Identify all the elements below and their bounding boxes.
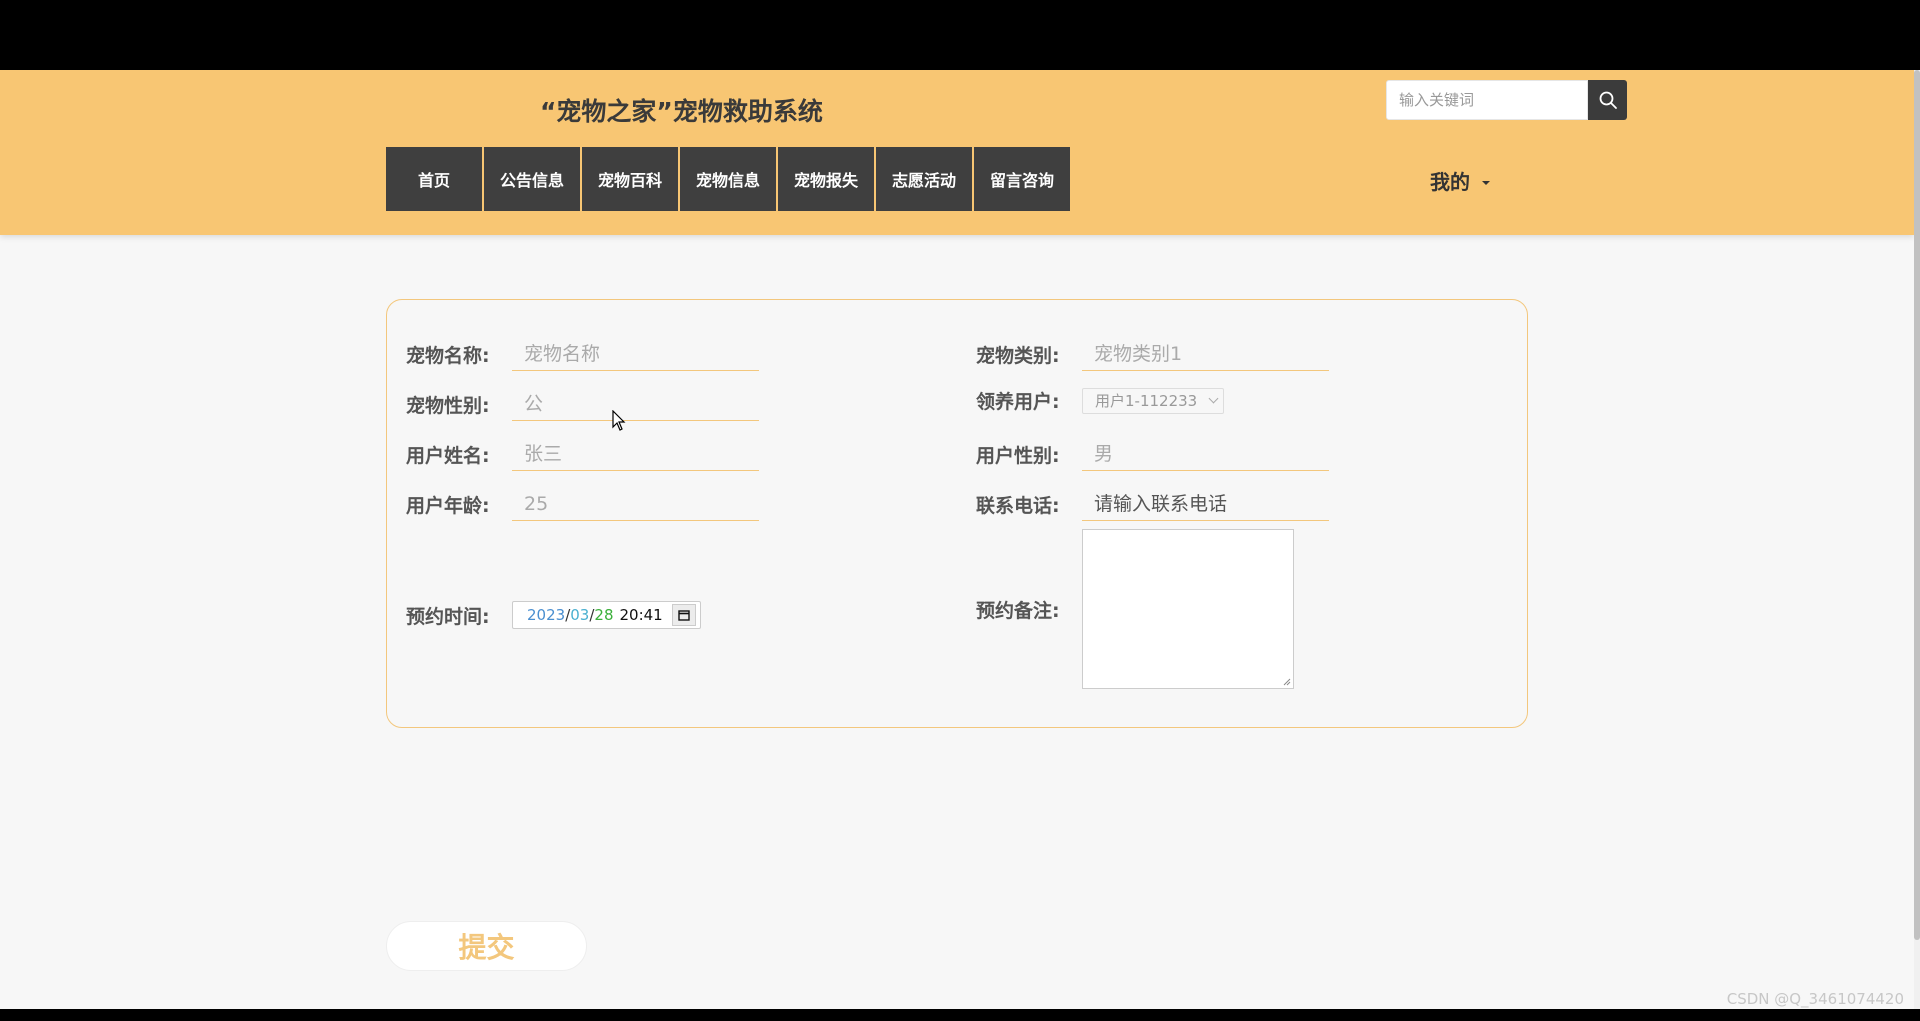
- phone-label: 联系电话:: [976, 494, 1060, 517]
- mine-label: 我的: [1430, 170, 1470, 194]
- calendar-icon: [678, 610, 690, 621]
- site-title: “宠物之家”宠物救助系统: [540, 97, 823, 126]
- appointment-time-row: 预约时间: 2023 / 03 / 28 20:41: [406, 601, 701, 629]
- pet-category-field[interactable]: [1082, 337, 1329, 371]
- main-nav: 首页 公告信息 宠物百科 宠物信息 宠物报失 志愿活动 留言咨询: [386, 147, 1070, 211]
- submit-button[interactable]: 提交: [386, 921, 587, 971]
- search-input[interactable]: [1386, 80, 1588, 120]
- user-name-field[interactable]: [512, 437, 759, 471]
- pet-gender-label: 宠物性别:: [406, 394, 490, 417]
- mine-dropdown[interactable]: 我的: [1430, 166, 1490, 195]
- pet-category-row: 宠物类别:: [976, 337, 1329, 371]
- pet-category-label: 宠物类别:: [976, 344, 1060, 367]
- nav-item-volunteer[interactable]: 志愿活动: [876, 147, 972, 211]
- pet-gender-field[interactable]: [512, 387, 759, 421]
- date-month: 03: [570, 606, 590, 624]
- date-year: 2023: [527, 606, 566, 624]
- nav-item-messages[interactable]: 留言咨询: [974, 147, 1070, 211]
- search-icon: [1599, 91, 1617, 109]
- appointment-note-row: 预约备注:: [976, 529, 1294, 689]
- phone-field[interactable]: [1082, 487, 1329, 521]
- nav-item-pet-lost[interactable]: 宠物报失: [778, 147, 874, 211]
- appointment-time-label: 预约时间:: [406, 605, 490, 628]
- pet-gender-row: 宠物性别:: [406, 387, 759, 421]
- nav-item-home[interactable]: 首页: [386, 147, 482, 211]
- date-day: 28: [594, 606, 614, 624]
- mouse-cursor-icon: [612, 410, 626, 431]
- caret-down-icon: [1482, 180, 1490, 185]
- page: “宠物之家”宠物救助系统 首页 公告信息 宠物百科 宠物信息 宠物报失 志愿活动…: [0, 70, 1914, 1009]
- search-button[interactable]: [1588, 80, 1627, 120]
- appointment-note-textarea[interactable]: [1082, 529, 1294, 689]
- user-gender-row: 用户性别:: [976, 437, 1329, 471]
- scrollbar-thumb[interactable]: [1914, 70, 1920, 940]
- pet-name-row: 宠物名称:: [406, 337, 759, 371]
- user-age-row: 用户年龄:: [406, 487, 759, 521]
- pet-name-field[interactable]: [512, 337, 759, 371]
- user-gender-field[interactable]: [1082, 437, 1329, 471]
- header: “宠物之家”宠物救助系统 首页 公告信息 宠物百科 宠物信息 宠物报失 志愿活动…: [0, 70, 1914, 235]
- nav-item-pet-info[interactable]: 宠物信息: [680, 147, 776, 211]
- nav-item-pet-encyclopedia[interactable]: 宠物百科: [582, 147, 678, 211]
- nav-item-announcements[interactable]: 公告信息: [484, 147, 580, 211]
- adopt-user-select[interactable]: 用户1-112233: [1082, 387, 1224, 414]
- user-name-row: 用户姓名:: [406, 437, 759, 471]
- adoption-form: 宠物名称: 宠物类别: 宠物性别: 领养用户: 用户1-112233 用户姓名:…: [386, 299, 1528, 728]
- adopt-user-row: 领养用户: 用户1-112233: [976, 387, 1224, 414]
- appointment-note-label: 预约备注:: [976, 599, 1060, 622]
- user-age-label: 用户年龄:: [406, 494, 490, 517]
- pet-name-label: 宠物名称:: [406, 344, 490, 367]
- phone-row: 联系电话:: [976, 487, 1329, 521]
- watermark: CSDN @Q_3461074420: [1726, 990, 1904, 1008]
- appointment-time-input[interactable]: 2023 / 03 / 28 20:41: [512, 601, 701, 629]
- adopt-user-value: 用户1-112233: [1095, 392, 1198, 410]
- user-age-field[interactable]: [512, 487, 759, 521]
- time-value: 20:41: [619, 606, 663, 624]
- bottom-bar: [0, 1009, 1920, 1021]
- resize-grip-icon[interactable]: [1283, 678, 1291, 686]
- user-name-label: 用户姓名:: [406, 444, 490, 467]
- user-gender-label: 用户性别:: [976, 444, 1060, 467]
- adopt-user-label: 领养用户:: [976, 391, 1060, 413]
- calendar-picker-button[interactable]: [672, 604, 696, 626]
- chevron-down-icon: [1208, 393, 1219, 404]
